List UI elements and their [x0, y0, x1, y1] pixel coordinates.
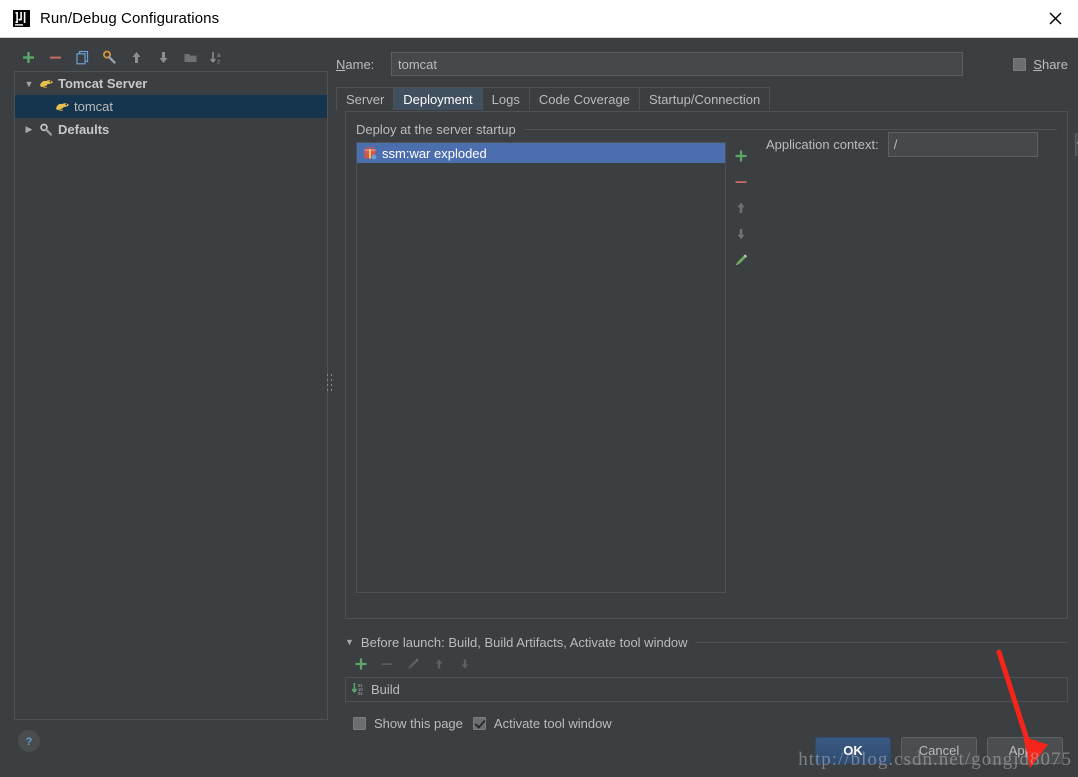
tab-server[interactable]: Server	[336, 87, 395, 110]
editor-tabs[interactable]: Server Deployment Logs Code Coverage Sta…	[336, 86, 1068, 110]
artifacts-side-toolbar	[727, 142, 755, 593]
move-task-up-button[interactable]	[427, 652, 451, 676]
artifacts-list[interactable]: ssm:war exploded	[356, 142, 726, 593]
build-icon: 01 10 01	[350, 682, 368, 696]
name-label: Name:	[336, 56, 375, 72]
cancel-button[interactable]: Cancel	[901, 737, 977, 764]
tree-item-label: Defaults	[58, 122, 110, 137]
before-launch-header[interactable]: ▼ Before launch: Build, Build Artifacts,…	[345, 633, 1068, 651]
close-icon[interactable]	[1032, 0, 1078, 37]
artifact-row[interactable]: ssm:war exploded	[357, 143, 725, 163]
remove-configuration-button[interactable]	[43, 45, 67, 69]
tab-label: Deployment	[403, 91, 473, 107]
application-context-input[interactable]	[888, 133, 1075, 156]
before-launch-task-row[interactable]: 01 10 01 Build	[346, 678, 1067, 700]
tree-item-label: Tomcat Server	[58, 76, 148, 91]
tree-item-tomcat-server[interactable]: ▼ Tomcat Server	[15, 72, 327, 95]
tomcat-icon	[37, 77, 55, 91]
tab-code-coverage[interactable]: Code Coverage	[528, 87, 640, 110]
name-row: Name: Share	[336, 49, 1068, 79]
tab-logs[interactable]: Logs	[481, 87, 530, 110]
share-checkbox[interactable]: Share	[963, 57, 1068, 72]
name-input[interactable]	[391, 52, 963, 76]
tab-startup-connection[interactable]: Startup/Connection	[638, 87, 771, 110]
arrow-up-icon[interactable]	[124, 45, 148, 69]
artifact-label: ssm:war exploded	[382, 145, 487, 161]
panel-splitter[interactable]	[326, 43, 334, 720]
artifact-icon	[361, 146, 379, 160]
svg-text:?: ?	[26, 736, 33, 748]
apply-button[interactable]: Apply	[987, 737, 1063, 764]
before-launch-task-label: Build	[371, 681, 400, 697]
edit-task-button[interactable]	[401, 652, 425, 676]
sort-az-icon[interactable]: a z	[205, 45, 229, 69]
tab-label: Server	[346, 91, 385, 107]
intellij-idea-logo-icon	[12, 10, 30, 28]
help-button[interactable]: ?	[18, 730, 40, 752]
window-title: Run/Debug Configurations	[40, 10, 220, 27]
deployment-tab-panel: Deploy at the server startup ssm:war exp…	[345, 111, 1078, 619]
configurations-panel: a z ▼ Tomcat Server tomcat ▶ Defaults	[10, 43, 328, 720]
tab-label: Code Coverage	[538, 91, 630, 107]
move-artifact-down-button[interactable]	[728, 221, 754, 246]
edit-artifact-button[interactable]	[728, 247, 754, 272]
add-configuration-button[interactable]	[16, 45, 40, 69]
application-context-label: Application context:	[766, 137, 879, 152]
copy-icon[interactable]	[70, 45, 94, 69]
share-checkbox-box[interactable]	[1013, 57, 1027, 71]
svg-text:z: z	[217, 58, 220, 65]
chevron-right-icon[interactable]: ▶	[21, 124, 37, 135]
ok-button[interactable]: OK	[815, 737, 891, 764]
dialog-buttons: OK Cancel Apply	[815, 737, 1063, 764]
wrench-icon[interactable]	[97, 45, 121, 69]
tab-label: Logs	[491, 91, 520, 107]
before-launch-tasks-list[interactable]: 01 10 01 Build	[345, 677, 1068, 702]
folder-icon[interactable]	[178, 45, 202, 69]
before-launch-rule	[694, 641, 1068, 643]
svg-text:01: 01	[358, 691, 363, 696]
remove-artifact-button[interactable]	[728, 169, 754, 194]
configurations-tree[interactable]: ▼ Tomcat Server tomcat ▶ Defaults	[14, 71, 328, 720]
configuration-editor-panel: Name: Share Server Deployment Logs Code …	[336, 43, 1078, 731]
deploy-legend-label: Deploy at the server startup	[356, 121, 516, 137]
arrow-down-icon[interactable]	[151, 45, 175, 69]
add-task-button[interactable]	[349, 652, 373, 676]
legend-rule	[523, 128, 1057, 130]
application-context-combo[interactable]	[887, 132, 1078, 157]
chevron-down-icon[interactable]: ▼	[21, 79, 37, 89]
add-artifact-button[interactable]	[728, 143, 754, 168]
tree-item-defaults[interactable]: ▶ Defaults	[15, 118, 327, 141]
tomcat-icon	[53, 100, 71, 114]
move-task-down-button[interactable]	[453, 652, 477, 676]
title-bar: Run/Debug Configurations	[0, 0, 1078, 38]
dialog-body: a z ▼ Tomcat Server tomcat ▶ Defaults Na…	[0, 38, 1078, 777]
wrench-icon	[37, 123, 55, 137]
remove-task-button[interactable]	[375, 652, 399, 676]
tab-deployment[interactable]: Deployment	[393, 87, 483, 110]
before-launch-toolbar	[345, 651, 1068, 677]
dialog-footer: ? OK Cancel Apply	[0, 720, 1078, 777]
tab-label: Startup/Connection	[648, 91, 761, 107]
application-context-row: Application context:	[766, 132, 1078, 157]
chevron-down-icon[interactable]: ▼	[345, 637, 354, 647]
move-artifact-up-button[interactable]	[728, 195, 754, 220]
tree-item-tomcat[interactable]: tomcat	[15, 95, 327, 118]
splitter-grip	[327, 371, 332, 397]
tree-item-label: tomcat	[74, 99, 114, 114]
configurations-toolbar: a z	[10, 43, 328, 71]
before-launch-title: Before launch: Build, Build Artifacts, A…	[360, 634, 688, 650]
share-label: Share	[1033, 56, 1068, 72]
